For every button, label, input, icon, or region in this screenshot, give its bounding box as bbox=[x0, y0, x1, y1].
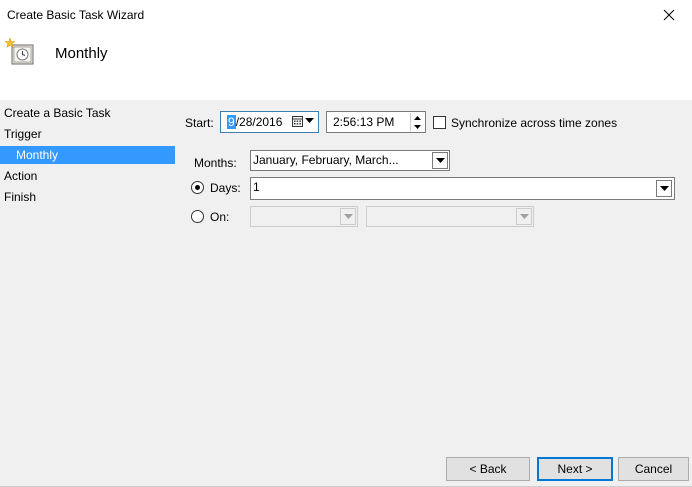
start-date-month-segment: 9 bbox=[227, 115, 236, 129]
chevron-down-icon bbox=[343, 213, 353, 219]
on-day-dropdown-button bbox=[516, 208, 532, 225]
start-label: Start: bbox=[185, 116, 214, 130]
sync-time-zones-checkbox[interactable] bbox=[433, 116, 446, 129]
days-radio[interactable] bbox=[191, 181, 204, 194]
nav-step-finish: Finish bbox=[4, 190, 37, 204]
chevron-down-icon bbox=[519, 213, 529, 219]
days-label: Days: bbox=[210, 181, 241, 195]
start-time-value: 2:56:13 PM bbox=[333, 115, 395, 129]
chevron-down-icon bbox=[659, 185, 669, 191]
on-week-dropdown bbox=[250, 206, 358, 227]
title-bar: Create Basic Task Wizard bbox=[0, 0, 692, 30]
date-picker-dropdown[interactable] bbox=[292, 115, 314, 127]
months-label: Months: bbox=[194, 156, 237, 170]
time-spin-down-button[interactable] bbox=[411, 122, 424, 131]
nav-step-monthly: Monthly bbox=[0, 146, 175, 164]
sync-time-zones-label: Synchronize across time zones bbox=[451, 116, 618, 130]
chevron-down-icon bbox=[435, 157, 445, 163]
months-value: January, February, March... bbox=[253, 153, 399, 167]
days-value: 1 bbox=[253, 180, 260, 194]
start-date-picker[interactable]: 9/28/2016 bbox=[220, 111, 319, 133]
time-spin-up-button[interactable] bbox=[411, 113, 424, 122]
calendar-icon bbox=[292, 116, 303, 127]
nav-step-create-basic-task: Create a Basic Task bbox=[4, 106, 111, 120]
on-radio[interactable] bbox=[191, 210, 204, 223]
window-title: Create Basic Task Wizard bbox=[7, 8, 145, 22]
spin-up-icon bbox=[414, 115, 421, 120]
nav-step-trigger: Trigger bbox=[4, 127, 42, 141]
months-dropdown-button[interactable] bbox=[432, 152, 448, 169]
on-label: On: bbox=[210, 210, 230, 224]
page-title: Monthly bbox=[55, 45, 108, 62]
wizard-header: Monthly bbox=[0, 30, 692, 100]
on-day-dropdown bbox=[366, 206, 534, 227]
days-dropdown-button[interactable] bbox=[656, 180, 672, 197]
nav-step-action: Action bbox=[4, 169, 38, 183]
start-date-rest: /28/2016 bbox=[235, 115, 283, 129]
chevron-down-icon bbox=[305, 118, 314, 123]
back-button[interactable]: < Back bbox=[446, 457, 530, 481]
start-time-picker[interactable]: 2:56:13 PM bbox=[326, 111, 426, 133]
next-button[interactable]: Next > bbox=[537, 457, 613, 481]
scheduled-task-clock-icon bbox=[4, 37, 34, 65]
spin-down-icon bbox=[414, 124, 421, 129]
time-spinner[interactable] bbox=[410, 113, 424, 131]
cancel-button[interactable]: Cancel bbox=[618, 457, 689, 481]
on-week-dropdown-button bbox=[340, 208, 356, 225]
close-button[interactable] bbox=[646, 0, 692, 30]
months-dropdown[interactable]: January, February, March... bbox=[250, 150, 450, 171]
close-icon bbox=[663, 9, 675, 21]
days-dropdown[interactable]: 1 bbox=[250, 177, 675, 200]
